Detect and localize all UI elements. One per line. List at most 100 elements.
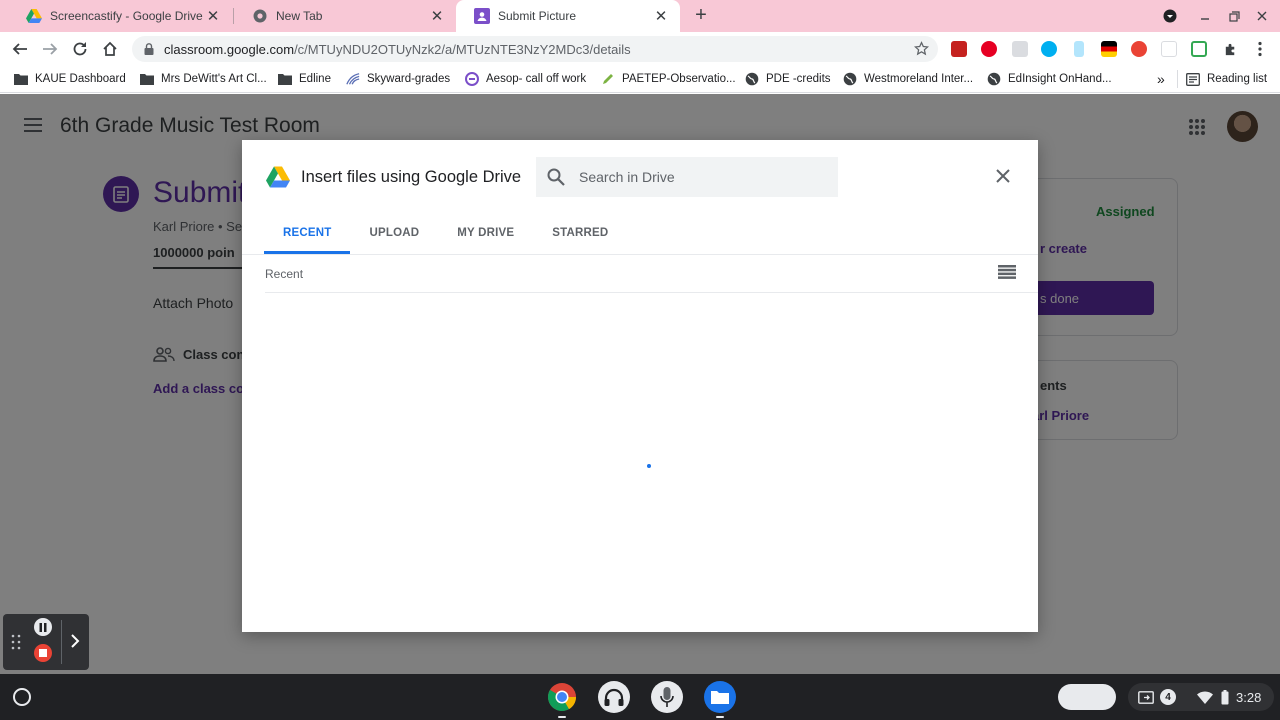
folder-icon: [278, 72, 292, 86]
close-tab-icon[interactable]: ✕: [652, 7, 670, 25]
screencastify-widget: [3, 614, 89, 670]
headphones-app-icon[interactable]: [598, 681, 630, 713]
tab-recent[interactable]: RECENT: [264, 214, 351, 254]
tab-title: New Tab: [276, 9, 323, 23]
chromeos-screen: Screencastify - Google Drive ✕ New Tab ✕…: [0, 0, 1280, 720]
tab-new-tab[interactable]: New Tab ✕: [234, 0, 456, 32]
close-window-icon[interactable]: [1248, 0, 1276, 32]
home-icon[interactable]: [98, 37, 122, 61]
lock-icon[interactable]: [142, 42, 156, 56]
microphone-app-icon[interactable]: [651, 681, 683, 713]
google-drive-icon: [26, 8, 42, 24]
bookmark-label: Edline: [299, 73, 331, 85]
tabs-divider: [242, 254, 1038, 255]
bookmark-dewitt-art[interactable]: Mrs DeWitt's Art Cl...: [140, 70, 267, 88]
skyward-icon: [346, 72, 360, 86]
restore-window-icon[interactable]: [1220, 0, 1248, 32]
extension-blank-icon[interactable]: [1161, 41, 1177, 57]
bookmark-label: Mrs DeWitt's Art Cl...: [161, 73, 267, 85]
drag-handle-icon[interactable]: [11, 634, 21, 650]
close-tab-icon[interactable]: ✕: [428, 7, 446, 25]
bookmark-skyward[interactable]: Skyward-grades: [346, 70, 450, 88]
pause-recording-button[interactable]: [34, 618, 52, 636]
google-drive-logo-icon: [266, 166, 290, 188]
wifi-icon: [1197, 689, 1213, 705]
extension-badge-icon[interactable]: [1012, 41, 1028, 57]
chrome-browser-icon[interactable]: [546, 681, 578, 713]
pause-icon: [39, 622, 47, 632]
back-arrow-icon[interactable]: [8, 37, 32, 61]
bookmark-westmoreland[interactable]: Westmoreland Inter...: [843, 70, 973, 88]
bookmark-aesop[interactable]: Aesop- call off work: [465, 70, 586, 88]
tab-starred[interactable]: STARRED: [533, 214, 627, 254]
section-heading: Recent: [265, 267, 304, 281]
bookmarks-divider: [1177, 70, 1178, 88]
google-classroom-icon: [474, 8, 490, 24]
globe-icon: [843, 72, 857, 86]
cast-screen-icon[interactable]: [1138, 689, 1154, 705]
bookmark-edinsight[interactable]: EdInsight OnHand...: [987, 70, 1112, 88]
chevron-right-icon: [71, 634, 80, 648]
clock[interactable]: 3:28: [1236, 689, 1261, 705]
close-dialog-button[interactable]: [992, 165, 1014, 187]
address-bar[interactable]: classroom.google.com/c/MTUyNDU2OTUyNzk2/…: [132, 36, 938, 62]
bookmark-label: Westmoreland Inter...: [864, 73, 974, 85]
browser-tab-strip: Screencastify - Google Drive ✕ New Tab ✕…: [0, 0, 1280, 32]
section-divider: [265, 292, 1038, 293]
browser-menu-icon[interactable]: [1248, 37, 1272, 61]
folder-icon: [14, 72, 28, 86]
notification-count-badge[interactable]: 4: [1160, 689, 1176, 705]
screencastify-tray-icon[interactable]: [1058, 684, 1116, 710]
drive-search-input[interactable]: [579, 169, 819, 185]
bookmark-label: PAETEP-Observatio...: [622, 73, 736, 85]
battery-icon: [1221, 689, 1229, 705]
dialog-title: Insert files using Google Drive: [301, 168, 522, 186]
bookmark-paetep[interactable]: PAETEP-Observatio...: [601, 70, 736, 88]
skype-icon[interactable]: [1041, 41, 1057, 57]
close-icon[interactable]: [996, 169, 1010, 183]
extension-book-icon[interactable]: [951, 41, 967, 57]
chrome-icon: [252, 8, 268, 24]
launcher-icon[interactable]: [13, 688, 31, 706]
tab-screencastify-drive[interactable]: Screencastify - Google Drive ✕: [8, 0, 232, 32]
folder-icon: [140, 72, 154, 86]
new-tab-button[interactable]: +: [690, 4, 712, 26]
drive-picker-dialog: Insert files using Google Drive RECENT U…: [242, 140, 1038, 632]
bookmark-edline[interactable]: Edline: [278, 70, 331, 88]
profile-menu-icon[interactable]: [1156, 0, 1184, 32]
tab-my-drive[interactable]: MY DRIVE: [438, 214, 533, 254]
minimize-icon[interactable]: [1191, 0, 1219, 32]
reload-icon[interactable]: [68, 37, 92, 61]
extensions-puzzle-icon[interactable]: [1218, 37, 1242, 61]
files-app-icon[interactable]: [704, 681, 736, 713]
stop-recording-button[interactable]: [34, 644, 52, 662]
extension-green-icon[interactable]: [1191, 41, 1207, 57]
tab-submit-picture[interactable]: Submit Picture ✕: [456, 0, 680, 32]
url-path: /c/MTUyNDU2OTUyNzk2/a/MTUzNTE3NzY2MDc3/d…: [294, 41, 631, 57]
tab-upload[interactable]: UPLOAD: [350, 214, 438, 254]
bookmark-label: PDE -credits: [766, 73, 831, 85]
url-host: classroom.google.com: [164, 41, 295, 57]
widget-divider: [61, 620, 62, 664]
bookmark-kaue-dashboard[interactable]: KAUE Dashboard: [14, 70, 126, 88]
extension-cup-icon[interactable]: [1074, 41, 1084, 57]
bookmark-star-icon[interactable]: [913, 41, 930, 59]
pinterest-icon[interactable]: [981, 41, 997, 57]
browser-toolbar: classroom.google.com/c/MTUyNDU2OTUyNzk2/…: [0, 32, 1280, 65]
bookmark-label: KAUE Dashboard: [35, 73, 126, 85]
reading-list-label: Reading list: [1207, 73, 1268, 85]
close-tab-icon[interactable]: ✕: [204, 7, 222, 25]
bookmark-label: Aesop- call off work: [486, 73, 587, 85]
reading-list-button[interactable]: Reading list: [1186, 70, 1267, 88]
reading-list-icon: [1186, 72, 1200, 86]
forward-arrow-icon[interactable]: [38, 37, 62, 61]
app-running-indicator: [558, 716, 566, 718]
expand-widget-button[interactable]: [67, 630, 83, 652]
search-icon[interactable]: [546, 167, 566, 187]
bookmark-pde-credits[interactable]: PDE -credits: [745, 70, 831, 88]
drive-search-box[interactable]: [536, 157, 838, 197]
flag-extension-icon[interactable]: [1101, 41, 1117, 57]
extension-red-icon[interactable]: [1131, 41, 1147, 57]
list-view-icon[interactable]: [998, 265, 1016, 279]
bookmarks-overflow-button[interactable]: »: [1157, 70, 1165, 88]
